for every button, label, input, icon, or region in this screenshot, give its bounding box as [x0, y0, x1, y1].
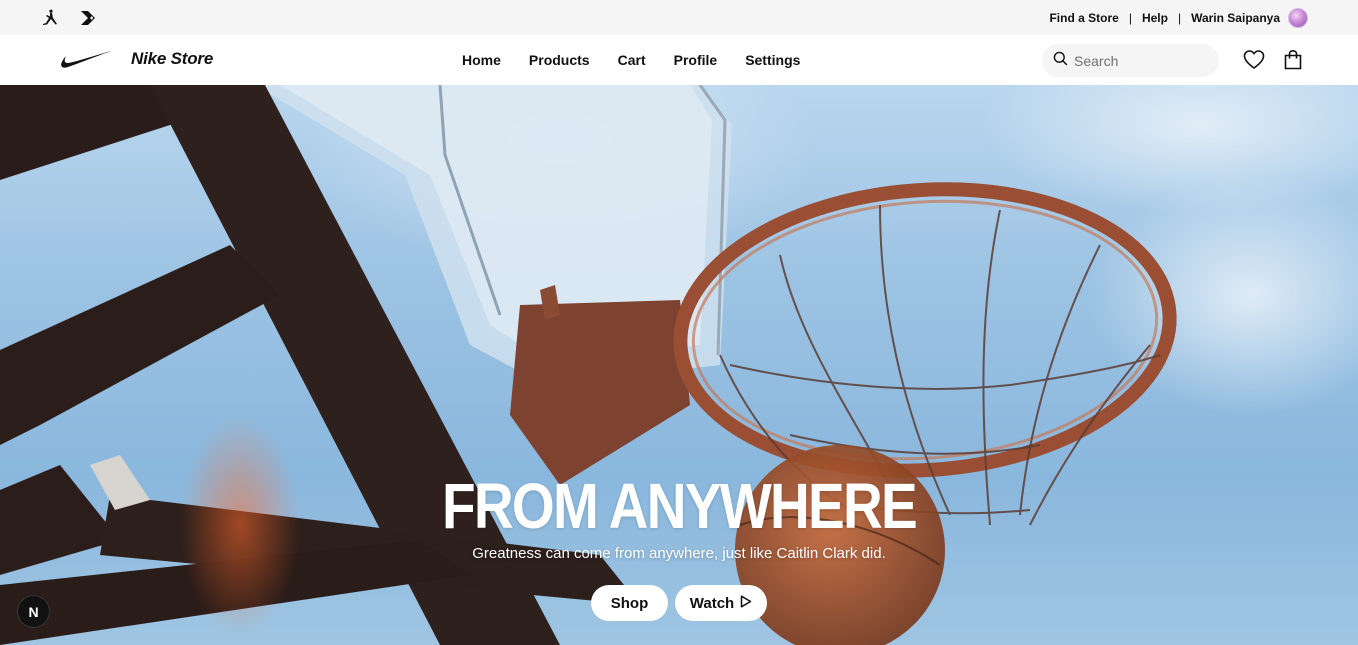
divider: |	[1177, 10, 1182, 25]
search-input[interactable]	[1074, 52, 1204, 69]
main-nav: Home Products Cart Profile Settings	[462, 35, 828, 85]
nav-products[interactable]: Products	[529, 52, 590, 68]
nav-home[interactable]: Home	[462, 52, 501, 68]
user-name[interactable]: Warin Saipanya	[1191, 11, 1280, 25]
divider: |	[1128, 10, 1132, 25]
main-header: Nike Store Home Products Cart Profile Se…	[0, 35, 1358, 85]
utility-bar: Find a Store | Help | Warin Saipanya	[0, 0, 1358, 35]
search-box[interactable]	[1042, 44, 1219, 77]
hero-subtitle: Greatness can come from anywhere, just l…	[472, 545, 886, 562]
search-icon	[1053, 51, 1068, 71]
converse-logo-icon[interactable]	[80, 10, 98, 26]
bag-icon[interactable]	[1283, 49, 1303, 76]
play-icon	[740, 594, 752, 612]
nav-cart[interactable]: Cart	[618, 52, 646, 68]
hero-banner: FROM ANYWHERE Greatness can come from an…	[0, 85, 1358, 645]
hero-title: FROM ANYWHERE	[442, 470, 918, 542]
brand-links	[40, 9, 98, 27]
hero-actions: Shop Watch	[591, 585, 767, 621]
store-name[interactable]: Nike Store	[131, 49, 213, 69]
avatar[interactable]	[1288, 7, 1308, 28]
nav-settings[interactable]: Settings	[745, 52, 800, 68]
watch-button-label: Watch	[689, 594, 735, 612]
nav-profile[interactable]: Profile	[674, 52, 718, 68]
utility-links: Find a Store | Help | Warin Saipanya	[1049, 7, 1308, 28]
dev-tools-badge[interactable]: N	[17, 595, 50, 628]
shop-button-label: Shop	[610, 594, 649, 612]
help-link[interactable]: Help	[1142, 11, 1168, 25]
favorites-heart-icon[interactable]	[1243, 49, 1265, 76]
find-a-store-link[interactable]: Find a Store	[1049, 11, 1118, 25]
jordan-logo-icon[interactable]	[40, 9, 60, 27]
nike-swoosh-icon[interactable]	[60, 35, 112, 85]
shop-button[interactable]: Shop	[591, 585, 668, 621]
watch-button[interactable]: Watch	[675, 585, 767, 621]
